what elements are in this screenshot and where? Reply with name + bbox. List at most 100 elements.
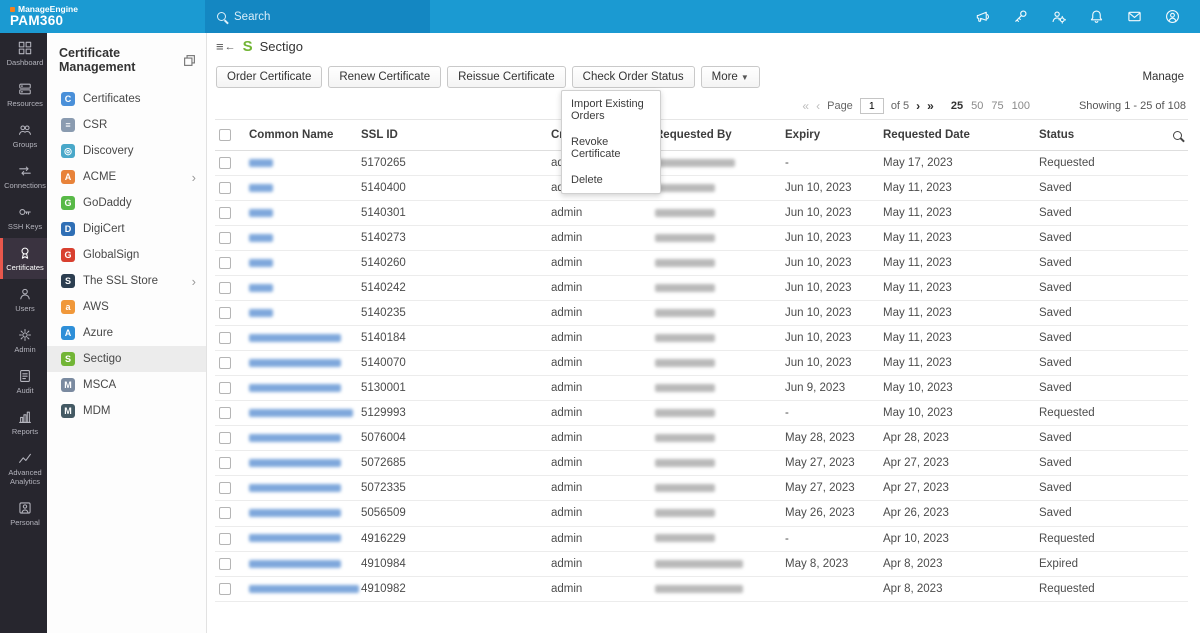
sidebar-item-dashboard[interactable]: Dashboard — [0, 33, 47, 74]
page-number-input[interactable] — [860, 98, 884, 114]
pop-out-icon[interactable] — [183, 54, 196, 67]
key-icon[interactable] — [1013, 9, 1028, 24]
row-checkbox[interactable] — [219, 583, 231, 595]
cert-nav-item-discovery[interactable]: ◎Discovery — [47, 138, 206, 164]
common-name-link[interactable] — [249, 484, 341, 492]
cert-nav-item-msca[interactable]: MMSCA — [47, 372, 206, 398]
order-certificate-button[interactable]: Order Certificate — [216, 66, 322, 88]
sidebar-item-certificates[interactable]: Certificates — [0, 238, 47, 279]
row-checkbox[interactable] — [219, 457, 231, 469]
page-size-50[interactable]: 50 — [971, 100, 983, 112]
row-checkbox[interactable] — [219, 407, 231, 419]
search-input[interactable] — [234, 11, 404, 23]
select-all-checkbox[interactable] — [219, 129, 231, 141]
sidebar-item-resources[interactable]: Resources — [0, 74, 47, 115]
common-name-link[interactable] — [249, 509, 341, 517]
row-checkbox[interactable] — [219, 432, 231, 444]
page-size-75[interactable]: 75 — [991, 100, 1003, 112]
common-name-link[interactable] — [249, 384, 341, 392]
common-name-link[interactable] — [249, 259, 273, 267]
created-by-cell: admin — [547, 401, 651, 426]
common-name-link[interactable] — [249, 409, 353, 417]
sidebar-item-label: Admin — [14, 345, 35, 354]
cert-nav-item-godaddy[interactable]: GGoDaddy — [47, 190, 206, 216]
row-checkbox[interactable] — [219, 558, 231, 570]
expiry-cell: Jun 10, 2023 — [781, 201, 879, 226]
common-name-link[interactable] — [249, 359, 341, 367]
common-name-link[interactable] — [249, 459, 341, 467]
cert-nav-item-azure[interactable]: AAzure — [47, 320, 206, 346]
common-name-link[interactable] — [249, 585, 359, 593]
cert-nav-item-mdm[interactable]: MMDM — [47, 398, 206, 424]
common-name-link[interactable] — [249, 209, 273, 217]
sidebar-item-personal[interactable]: Personal — [0, 493, 47, 534]
sidebar-item-connections[interactable]: Connections — [0, 156, 47, 197]
table-search-icon[interactable] — [1173, 131, 1182, 140]
common-name-link[interactable] — [249, 434, 341, 442]
user-admin-icon[interactable] — [1051, 9, 1066, 24]
common-name-link[interactable] — [249, 284, 273, 292]
cert-nav-item-globalsign[interactable]: GGlobalSign — [47, 242, 206, 268]
cert-nav-item-sectigo[interactable]: SSectigo — [47, 346, 206, 372]
sidebar-item-users[interactable]: Users — [0, 279, 47, 320]
check-order-status-button[interactable]: Check Order Status — [572, 66, 695, 88]
menu-collapse-icon[interactable]: ≡← — [216, 39, 236, 54]
menu-item-revoke-certificate[interactable]: Revoke Certificate — [562, 129, 660, 167]
last-page-icon[interactable]: » — [927, 99, 934, 113]
page-size-25[interactable]: 25 — [951, 100, 963, 112]
cert-nav-item-the-ssl-store[interactable]: SThe SSL Store› — [47, 268, 206, 294]
row-checkbox[interactable] — [219, 232, 231, 244]
menu-item-delete[interactable]: Delete — [562, 167, 660, 193]
cert-nav-item-certificates[interactable]: CCertificates — [47, 86, 206, 112]
common-name-link[interactable] — [249, 184, 273, 192]
profile-icon[interactable] — [1165, 9, 1180, 24]
bell-icon[interactable] — [1089, 9, 1104, 24]
requested-by-text — [655, 209, 715, 217]
mail-icon[interactable] — [1127, 9, 1142, 24]
row-checkbox[interactable] — [219, 357, 231, 369]
cert-nav-item-csr[interactable]: ≡CSR — [47, 112, 206, 138]
first-page-icon[interactable]: « — [802, 99, 809, 113]
sidebar-item-admin[interactable]: Admin — [0, 320, 47, 361]
row-checkbox[interactable] — [219, 507, 231, 519]
reissue-certificate-button[interactable]: Reissue Certificate — [447, 66, 566, 88]
sidebar-item-audit[interactable]: Audit — [0, 361, 47, 402]
row-checkbox[interactable] — [219, 157, 231, 169]
created-by-cell: admin — [547, 276, 651, 301]
manage-link[interactable]: Manage — [1142, 71, 1184, 83]
common-name-link[interactable] — [249, 534, 341, 542]
row-checkbox[interactable] — [219, 482, 231, 494]
renew-certificate-button[interactable]: Renew Certificate — [328, 66, 441, 88]
sidebar-item-ssh-keys[interactable]: SSH Keys — [0, 197, 47, 238]
common-name-link[interactable] — [249, 234, 273, 242]
cert-nav-item-acme[interactable]: AACME› — [47, 164, 206, 190]
row-checkbox[interactable] — [219, 332, 231, 344]
row-checkbox[interactable] — [219, 533, 231, 545]
row-checkbox[interactable] — [219, 282, 231, 294]
row-checkbox[interactable] — [219, 382, 231, 394]
status-cell: Saved — [1035, 326, 1158, 351]
prev-page-icon[interactable]: ‹ — [816, 99, 820, 113]
announcement-icon[interactable] — [975, 9, 990, 24]
sidebar-item-reports[interactable]: Reports — [0, 402, 47, 443]
module-title: Certificate Management — [59, 46, 183, 74]
row-checkbox[interactable] — [219, 207, 231, 219]
brand-logo: ManageEngine PAM360 — [0, 5, 205, 28]
sidebar-item-advanced-analytics[interactable]: Advanced Analytics — [0, 443, 47, 493]
common-name-link[interactable] — [249, 334, 341, 342]
status-cell: Saved — [1035, 276, 1158, 301]
more-button[interactable]: More▼ — [701, 66, 760, 88]
sidebar-item-groups[interactable]: Groups — [0, 115, 47, 156]
menu-item-import-existing-orders[interactable]: Import Existing Orders — [562, 91, 660, 129]
next-page-icon[interactable]: › — [916, 99, 920, 113]
common-name-link[interactable] — [249, 309, 273, 317]
cert-nav-item-digicert[interactable]: DDigiCert — [47, 216, 206, 242]
page-size-100[interactable]: 100 — [1012, 100, 1030, 112]
row-checkbox[interactable] — [219, 257, 231, 269]
common-name-link[interactable] — [249, 560, 341, 568]
row-checkbox[interactable] — [219, 182, 231, 194]
cert-nav-item-aws[interactable]: aAWS — [47, 294, 206, 320]
row-checkbox[interactable] — [219, 307, 231, 319]
common-name-link[interactable] — [249, 159, 273, 167]
table-row: 5056509adminMay 26, 2023Apr 26, 2023Save… — [215, 501, 1188, 526]
